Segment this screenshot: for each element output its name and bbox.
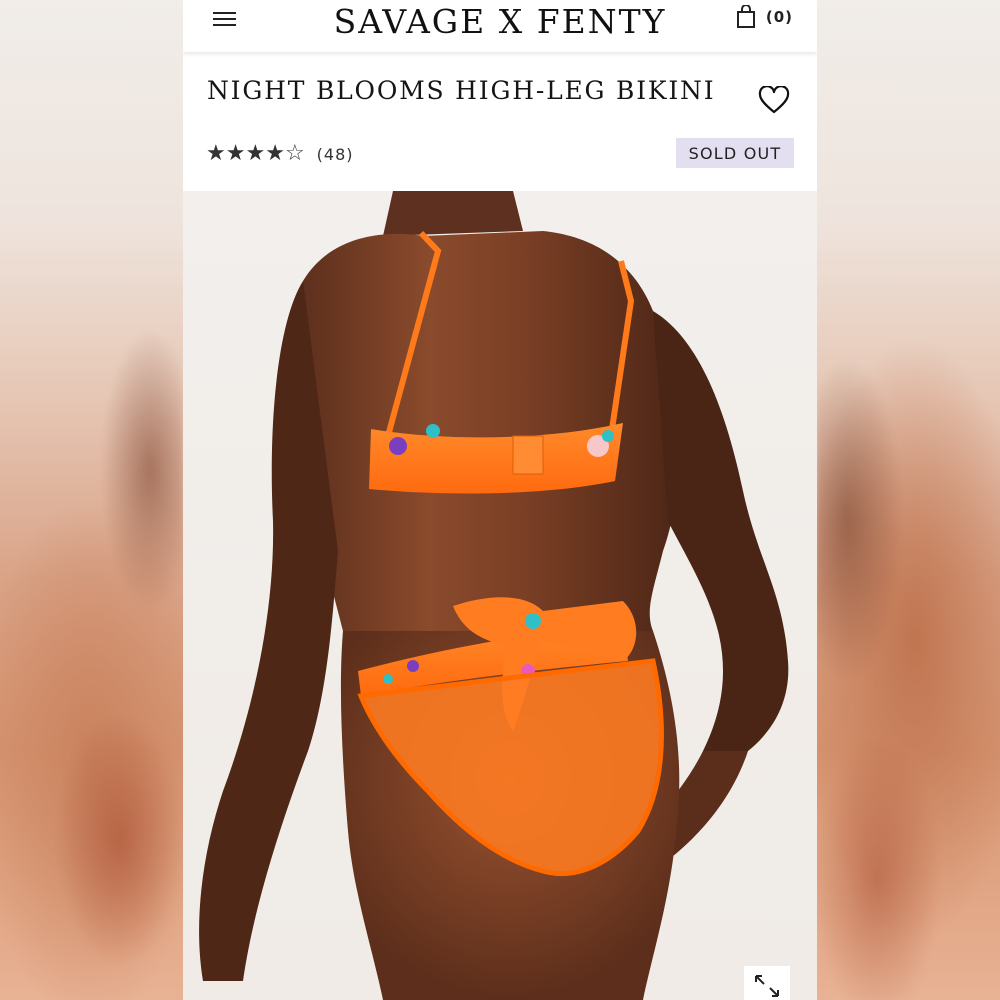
star-icon: ★ xyxy=(206,141,226,166)
blurred-background-right xyxy=(817,0,1000,1000)
product-title: NIGHT BLOOMS HIGH-LEG BIKINI xyxy=(207,76,716,105)
shopping-bag-icon xyxy=(736,5,755,28)
star-empty-icon: ☆ xyxy=(284,141,305,166)
sold-out-badge: SOLD OUT xyxy=(676,138,794,168)
top-navigation-bar: SAVAGE X FENTY (0) xyxy=(183,0,817,52)
product-page-panel: SAVAGE X FENTY (0) NIGHT BLOOMS HIGH-LEG… xyxy=(183,0,817,1000)
brand-logo[interactable]: SAVAGE X FENTY xyxy=(183,2,817,41)
heart-outline-icon[interactable] xyxy=(758,86,790,114)
cart-count: (0) xyxy=(765,8,793,26)
review-count[interactable]: (48) xyxy=(317,145,354,164)
star-icon: ★ xyxy=(245,141,266,166)
expand-image-button[interactable] xyxy=(744,966,790,1000)
blurred-background-left xyxy=(0,0,183,1000)
model-photo xyxy=(199,191,789,1000)
star-icon: ★ xyxy=(265,141,285,166)
product-image[interactable] xyxy=(183,191,817,1000)
star-icon: ★ xyxy=(225,141,246,166)
cart-button[interactable]: (0) xyxy=(736,5,793,29)
expand-arrows-icon xyxy=(755,975,779,997)
star-rating[interactable]: ★ ★ ★ ★ ☆ (48) xyxy=(206,143,354,165)
